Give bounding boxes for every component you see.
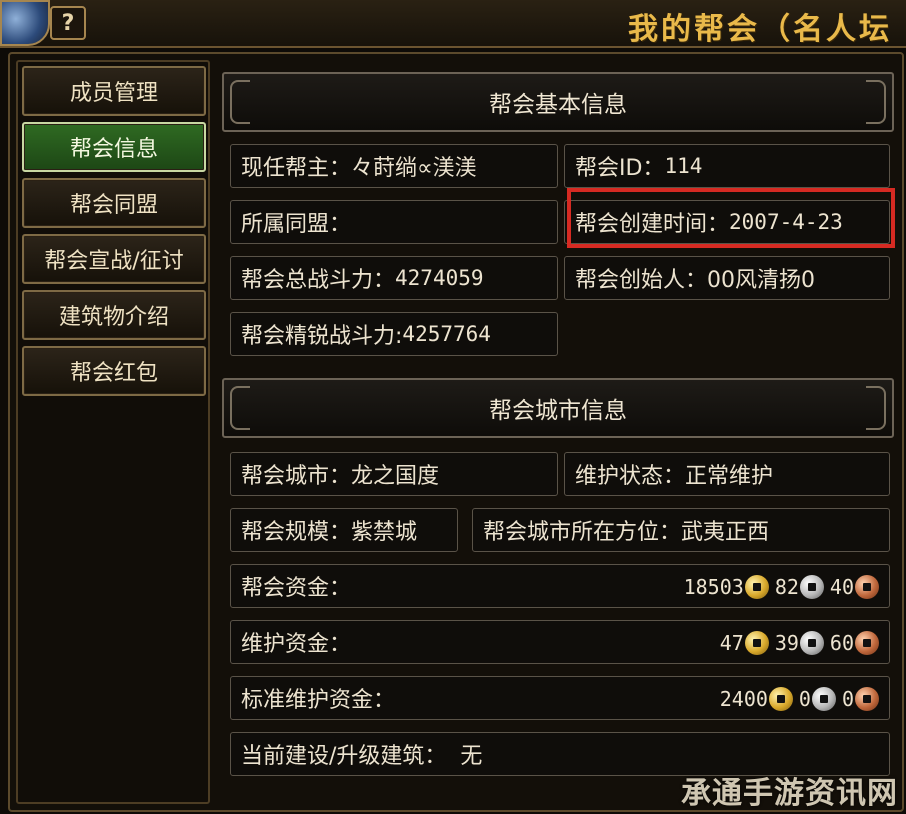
alliance-label: 所属同盟： [241, 212, 352, 237]
guild-emblem-icon [0, 0, 50, 46]
basic-info-header: 帮会基本信息 [222, 72, 894, 132]
copper-coin-icon [855, 575, 879, 599]
city-field: 帮会城市： 龙之国度 [230, 452, 558, 496]
maintain-status-field: 维护状态： 正常维护 [564, 452, 890, 496]
highlight-annotation [567, 188, 895, 248]
founder-label: 帮会创始人： [575, 268, 708, 293]
title-bar: ? 我的帮会（名人坛 [0, 0, 906, 48]
sidebar-item-guild-info[interactable]: 帮会信息 [22, 122, 206, 172]
alliance-field: 所属同盟： [230, 200, 558, 244]
standard-funds-gold: 2400 [719, 687, 768, 711]
total-power-field: 帮会总战斗力： 4274059 [230, 256, 558, 300]
maintain-status-value: 正常维护 [685, 464, 774, 489]
elite-power-value: 4257764 [402, 322, 491, 346]
watermark: 承通手游资讯网 [681, 776, 898, 811]
standard-funds-copper: 0 [841, 687, 854, 711]
silver-coin-icon [799, 575, 824, 599]
help-button[interactable]: ? [50, 6, 86, 40]
guild-funds-row: 帮会资金： 18503 82 40 [230, 564, 890, 608]
maintenance-funds-row: 维护资金： 47 39 60 [230, 620, 890, 664]
copper-coin-icon [855, 631, 879, 655]
silver-coin-icon [799, 631, 824, 655]
current-building-value: 无 [460, 744, 483, 769]
guild-funds-gold: 18503 [683, 575, 744, 599]
total-power-value: 4274059 [395, 266, 484, 290]
total-power-label: 帮会总战斗力： [241, 268, 396, 293]
leader-field: 现任帮主： 々莳绱∝渼渼 [230, 144, 558, 188]
standard-funds-amounts: 2400 0 0 [719, 677, 879, 719]
gold-coin-icon [744, 631, 769, 655]
sidebar-item-guild-alliance[interactable]: 帮会同盟 [22, 178, 206, 228]
scale-field: 帮会规模： 紫禁城 [230, 508, 458, 552]
elite-power-label: 帮会精锐战斗力: [241, 324, 403, 349]
scale-value: 紫禁城 [351, 520, 418, 545]
location-field: 帮会城市所在方位： 武夷正西 [472, 508, 890, 552]
current-building-label: 当前建设/升级建筑： [241, 744, 447, 769]
location-label: 帮会城市所在方位： [483, 520, 682, 545]
guild-funds-silver: 82 [774, 575, 799, 599]
maintenance-funds-gold: 47 [719, 631, 744, 655]
elite-power-field: 帮会精锐战斗力: 4257764 [230, 312, 558, 356]
maintenance-funds-amounts: 47 39 60 [719, 621, 879, 663]
maintenance-funds-copper: 60 [829, 631, 854, 655]
gold-coin-icon [744, 575, 769, 599]
maintenance-funds-silver: 39 [774, 631, 799, 655]
founder-field: 帮会创始人： 00风清扬0 [564, 256, 890, 300]
leader-value: 々莳绱∝渼渼 [351, 156, 477, 181]
sidebar-item-war-declaration[interactable]: 帮会宣战/征讨 [22, 234, 206, 284]
maintain-status-label: 维护状态： [575, 464, 686, 489]
silver-coin-icon [811, 687, 836, 711]
sidebar: 成员管理 帮会信息 帮会同盟 帮会宣战/征讨 建筑物介绍 帮会红包 [16, 60, 210, 804]
founder-value: 00风清扬0 [707, 268, 816, 293]
gold-coin-icon [768, 687, 793, 711]
copper-coin-icon [855, 687, 879, 711]
scale-label: 帮会规模： [241, 520, 352, 545]
guild-id-field: 帮会ID： 114 [564, 144, 890, 188]
location-value: 武夷正西 [681, 520, 770, 545]
content-panel: 帮会基本信息 现任帮主： 々莳绱∝渼渼 帮会ID： 114 所属同盟： 帮会创建… [214, 62, 898, 802]
sidebar-item-building-intro[interactable]: 建筑物介绍 [22, 290, 206, 340]
leader-label: 现任帮主： [241, 156, 352, 181]
city-info-header: 帮会城市信息 [222, 378, 894, 438]
window-title: 我的帮会（名人坛 [628, 12, 892, 47]
guild-funds-amounts: 18503 82 40 [683, 565, 879, 607]
maintenance-funds-label: 维护资金： [241, 632, 352, 657]
city-value: 龙之国度 [351, 464, 440, 489]
sidebar-item-red-packet[interactable]: 帮会红包 [22, 346, 206, 396]
guild-funds-copper: 40 [829, 575, 854, 599]
city-label: 帮会城市： [241, 464, 352, 489]
guild-id-value: 114 [664, 154, 703, 178]
standard-funds-silver: 0 [798, 687, 811, 711]
sidebar-item-member-management[interactable]: 成员管理 [22, 66, 206, 116]
guild-id-label: 帮会ID： [575, 156, 665, 181]
standard-funds-row: 标准维护资金： 2400 0 0 [230, 676, 890, 720]
standard-funds-label: 标准维护资金： [241, 688, 396, 713]
guild-funds-label: 帮会资金： [241, 576, 352, 601]
